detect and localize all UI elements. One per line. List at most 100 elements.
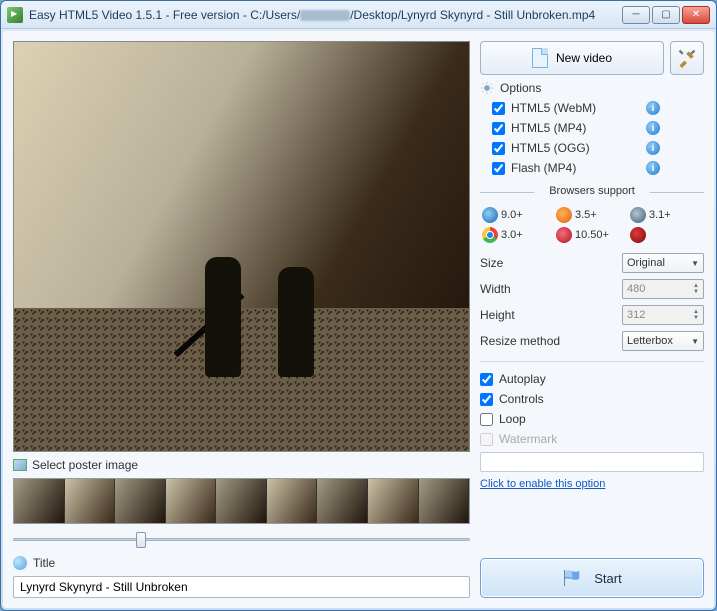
poster-slider[interactable] <box>13 530 470 548</box>
info-icon[interactable]: i <box>646 141 660 155</box>
height-row: Height 312▲▼ <box>480 305 704 325</box>
flag-icon <box>562 570 584 586</box>
thumbnail[interactable] <box>368 479 419 523</box>
thumbnail[interactable] <box>317 479 368 523</box>
browser-ie: 9.0+ <box>482 207 554 223</box>
slider-handle[interactable] <box>136 532 146 548</box>
flash-icon <box>630 227 646 243</box>
format-row-ogg: HTML5 (OGG) i <box>480 141 704 155</box>
size-select[interactable]: Original▼ <box>622 253 704 273</box>
autoplay-row: Autoplay <box>480 372 704 386</box>
poster-label: Select poster image <box>32 458 138 472</box>
title-row: Title <box>13 556 470 570</box>
watermark-check <box>480 433 493 446</box>
right-panel: New video Options HTML5 (WebM) i HTML5 (… <box>480 41 704 598</box>
info-icon[interactable]: i <box>646 101 660 115</box>
title-icon <box>13 556 27 570</box>
file-icon <box>532 48 548 68</box>
thumbnail[interactable] <box>65 479 116 523</box>
new-video-button[interactable]: New video <box>480 41 664 75</box>
format-check-webm[interactable] <box>492 102 505 115</box>
thumbnail[interactable] <box>115 479 166 523</box>
picture-icon <box>13 459 27 471</box>
redacted-segment <box>300 10 350 21</box>
format-label-webm: HTML5 (WebM) <box>511 101 596 115</box>
format-label-flash: Flash (MP4) <box>511 161 576 175</box>
thumbnail[interactable] <box>267 479 318 523</box>
options-label: Options <box>500 81 541 95</box>
browsers-header: Browsers support <box>480 185 704 197</box>
client-area: Select poster image Title <box>3 31 714 608</box>
autoplay-label: Autoplay <box>499 372 546 386</box>
watermark-label: Watermark <box>499 432 557 446</box>
watermark-row: Watermark <box>480 432 704 446</box>
maximize-button[interactable]: ▢ <box>652 6 680 24</box>
preview-figure-1 <box>205 257 241 377</box>
app-icon <box>7 7 23 23</box>
minimize-button[interactable]: ─ <box>622 6 650 24</box>
start-button[interactable]: Start <box>480 558 704 598</box>
settings-button[interactable] <box>670 41 704 75</box>
thumbnail-strip[interactable] <box>13 478 470 524</box>
browser-flash <box>630 227 702 243</box>
info-icon[interactable]: i <box>646 161 660 175</box>
controls-label: Controls <box>499 392 544 406</box>
format-label-mp4: HTML5 (MP4) <box>511 121 586 135</box>
format-check-flash[interactable] <box>492 162 505 175</box>
start-label: Start <box>594 571 621 586</box>
format-row-flash: Flash (MP4) i <box>480 161 704 175</box>
width-row: Width 480▲▼ <box>480 279 704 299</box>
firefox-icon <box>556 207 572 223</box>
controls-row: Controls <box>480 392 704 406</box>
spinner-arrows[interactable]: ▲▼ <box>693 309 699 321</box>
loop-label: Loop <box>499 412 526 426</box>
browsers-grid: 9.0+ 3.5+ 3.1+ 3.0+ 10.50+ <box>480 203 704 247</box>
browser-chrome: 3.0+ <box>482 227 554 243</box>
watermark-input <box>480 452 704 472</box>
app-window: Easy HTML5 Video 1.5.1 - Free version - … <box>0 0 717 611</box>
chevron-down-icon: ▼ <box>691 259 699 268</box>
browser-safari: 3.1+ <box>630 207 702 223</box>
browser-firefox: 3.5+ <box>556 207 628 223</box>
title-prefix: Easy HTML5 Video 1.5.1 - Free version - … <box>29 8 300 22</box>
resize-select[interactable]: Letterbox▼ <box>622 331 704 351</box>
format-check-ogg[interactable] <box>492 142 505 155</box>
title-label: Title <box>33 556 55 570</box>
tools-icon <box>677 48 697 68</box>
video-preview[interactable] <box>13 41 470 452</box>
spinner-arrows[interactable]: ▲▼ <box>693 283 699 295</box>
enable-watermark-link[interactable]: Click to enable this option <box>480 478 704 490</box>
width-label: Width <box>480 282 616 296</box>
controls-check[interactable] <box>480 393 493 406</box>
browser-opera: 10.50+ <box>556 227 628 243</box>
info-icon[interactable]: i <box>646 121 660 135</box>
title-input[interactable] <box>13 576 470 598</box>
options-header: Options <box>480 81 704 95</box>
height-label: Height <box>480 308 616 322</box>
safari-icon <box>630 207 646 223</box>
width-spinner[interactable]: 480▲▼ <box>622 279 704 299</box>
left-panel: Select poster image Title <box>13 41 470 598</box>
thumbnail[interactable] <box>166 479 217 523</box>
height-spinner[interactable]: 312▲▼ <box>622 305 704 325</box>
format-row-mp4: HTML5 (MP4) i <box>480 121 704 135</box>
loop-check[interactable] <box>480 413 493 426</box>
close-button[interactable]: ✕ <box>682 6 710 24</box>
thumbnail[interactable] <box>14 479 65 523</box>
opera-icon <box>556 227 572 243</box>
slider-track[interactable] <box>13 538 470 541</box>
new-video-label: New video <box>556 51 612 65</box>
gear-icon <box>480 81 494 95</box>
format-row-webm: HTML5 (WebM) i <box>480 101 704 115</box>
title-suffix: /Desktop/Lynyrd Skynyrd - Still Unbroken… <box>350 8 595 22</box>
format-label-ogg: HTML5 (OGG) <box>511 141 590 155</box>
chevron-down-icon: ▼ <box>691 337 699 346</box>
format-check-mp4[interactable] <box>492 122 505 135</box>
thumbnail[interactable] <box>216 479 267 523</box>
autoplay-check[interactable] <box>480 373 493 386</box>
thumbnail[interactable] <box>419 479 470 523</box>
resize-label: Resize method <box>480 334 616 348</box>
divider <box>480 361 704 362</box>
loop-row: Loop <box>480 412 704 426</box>
titlebar[interactable]: Easy HTML5 Video 1.5.1 - Free version - … <box>1 1 716 29</box>
